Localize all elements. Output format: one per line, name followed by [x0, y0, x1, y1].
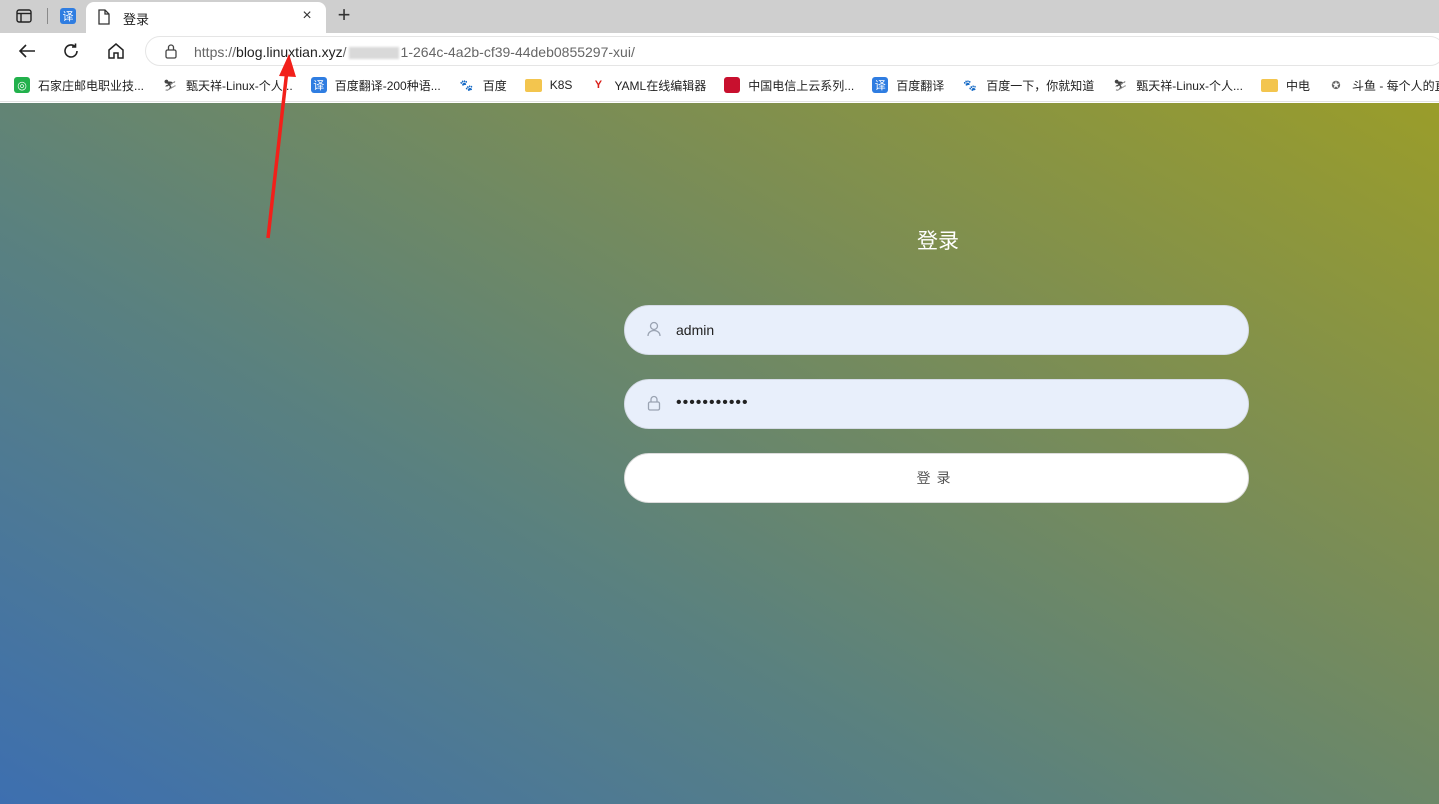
- page-icon: [98, 9, 110, 30]
- address-bar[interactable]: https://blog.linuxtian.xyz/ 1-264c-4a2b-c…: [145, 36, 1439, 66]
- close-icon[interactable]: ×: [298, 7, 316, 25]
- baidu-paw-icon: 🐾: [459, 79, 474, 92]
- url-scheme: https://: [194, 44, 237, 60]
- page-title: 登录: [917, 230, 959, 253]
- translate-icon: 译: [872, 77, 889, 93]
- bookmark-label: 百度一下，你就知道: [986, 78, 1095, 93]
- lock-icon: [647, 395, 661, 416]
- url-host: blog.linuxtian.xyz: [236, 44, 343, 60]
- bookmark-item[interactable]: Y YAML在线编辑器: [590, 77, 706, 94]
- username-field[interactable]: admin: [624, 305, 1249, 355]
- bookmark-label: 中电: [1285, 78, 1310, 93]
- bookmark-label: 斗鱼 - 每个人的直...: [1351, 78, 1439, 93]
- password-field[interactable]: •••••••••••: [624, 379, 1249, 429]
- login-page: 登录 admin ••••••••••• 登录: [0, 103, 1439, 804]
- new-tab-button[interactable]: +: [333, 4, 355, 26]
- bookmark-item[interactable]: 中国电信上云系列...: [724, 77, 854, 94]
- url-path-start: /: [342, 44, 347, 60]
- url-text: https://blog.linuxtian.xyz/ 1-264c-4a2b-c…: [194, 44, 635, 60]
- bookmark-item[interactable]: 🐾 百度一下，你就知道: [962, 77, 1094, 94]
- translate-icon: 译: [310, 77, 327, 93]
- tab-separator: [47, 8, 48, 24]
- douyu-icon: ✪: [1331, 79, 1341, 92]
- refresh-icon[interactable]: [59, 39, 83, 63]
- bookmarks-bar: ◎ 石家庄邮电职业技... ⛷ 甄天祥-Linux-个人... 译百度翻译-200种…: [0, 69, 1439, 102]
- yaml-icon: Y: [594, 79, 603, 91]
- username-value: admin: [676, 322, 715, 338]
- translate-icon: 译: [60, 8, 76, 24]
- bookmark-label: 百度: [482, 78, 507, 93]
- bookmark-label: YAML在线编辑器: [614, 78, 707, 93]
- bookmark-item[interactable]: 中电: [1260, 77, 1310, 94]
- green-circle-icon: ◎: [14, 77, 30, 93]
- login-button[interactable]: 登录: [624, 453, 1249, 503]
- folder-icon: [1260, 78, 1278, 92]
- home-icon[interactable]: [104, 39, 128, 63]
- bookmark-item[interactable]: 译百度翻译: [872, 77, 944, 94]
- url-path-end: 1-264c-4a2b-cf39-44deb0855297-xui/: [400, 44, 635, 60]
- baidu-paw-icon: 🐾: [963, 79, 978, 92]
- telecom-icon: [724, 77, 741, 93]
- bookmark-label: 百度翻译: [896, 78, 945, 93]
- bookmark-label: K8S: [549, 78, 573, 92]
- bookmark-item[interactable]: ✪ 斗鱼 - 每个人的直...: [1328, 77, 1439, 94]
- pinned-tab-translate[interactable]: 译: [56, 5, 80, 27]
- bookmark-item[interactable]: K8S: [524, 78, 573, 92]
- bookmark-label: 石家庄邮电职业技...: [38, 78, 145, 93]
- bookmark-item[interactable]: 译百度翻译-200种语...: [310, 77, 441, 94]
- folder-icon: [524, 78, 542, 92]
- tab-strip: 译 登录 × +: [0, 0, 1439, 33]
- bookmark-item[interactable]: ⛷ 甄天祥-Linux-个人...: [162, 77, 293, 94]
- bookmark-label: 中国电信上云系列...: [748, 78, 855, 93]
- tab-actions-icon[interactable]: [12, 5, 36, 27]
- browser-toolbar: https://blog.linuxtian.xyz/ 1-264c-4a2b-c…: [0, 33, 1439, 69]
- penguin-icon: ⛷: [1113, 79, 1128, 92]
- penguin-icon: ⛷: [163, 79, 177, 92]
- bookmark-item[interactable]: 🐾 百度: [459, 77, 507, 94]
- bookmark-label: 甄天祥-Linux-个人...: [1136, 78, 1243, 93]
- password-value: •••••••••••: [676, 394, 749, 411]
- back-icon[interactable]: [15, 39, 39, 63]
- bookmark-label: 百度翻译-200种语...: [334, 78, 441, 93]
- lock-icon[interactable]: [164, 43, 178, 64]
- bookmark-label: 甄天祥-Linux-个人...: [186, 78, 293, 93]
- tab-title: 登录: [123, 12, 150, 27]
- bookmark-item[interactable]: ◎ 石家庄邮电职业技...: [14, 77, 144, 94]
- redacted-url-segment: [348, 47, 399, 60]
- tab-login[interactable]: 登录 ×: [86, 2, 326, 33]
- bookmark-item[interactable]: ⛷ 甄天祥-Linux-个人...: [1112, 77, 1243, 94]
- user-icon: [647, 321, 661, 342]
